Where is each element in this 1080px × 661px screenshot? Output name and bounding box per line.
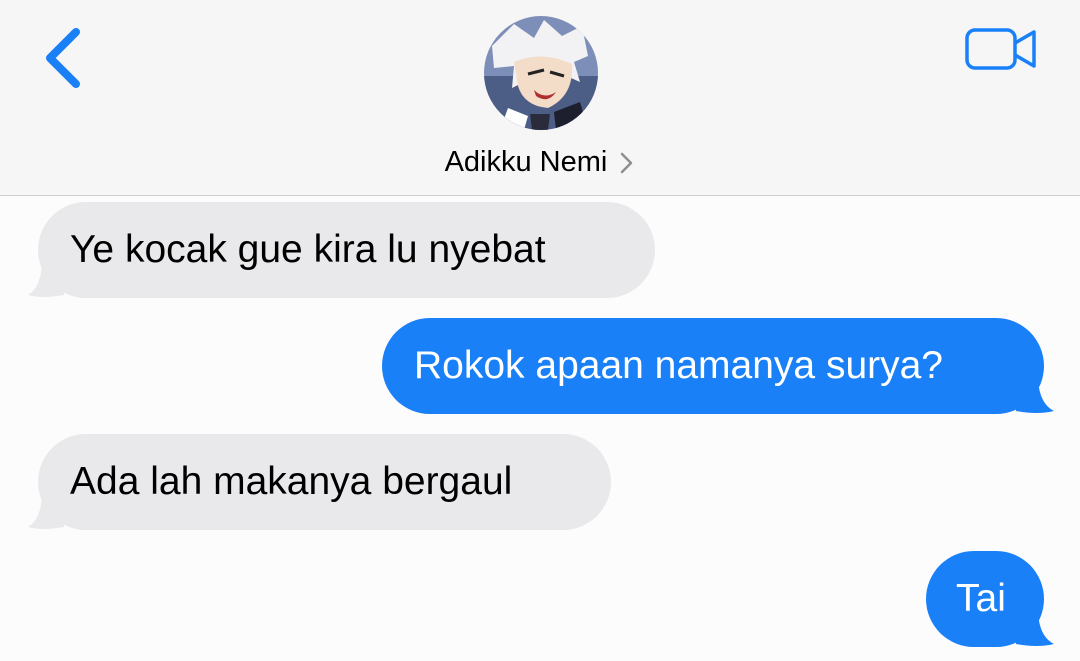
chevron-left-icon[interactable]	[38, 26, 88, 90]
message-list[interactable]: Ye kocak gue kira lu nyebat Rokok apaan …	[0, 197, 1080, 661]
avatar[interactable]	[484, 16, 598, 130]
avatar-image	[484, 16, 598, 130]
video-camera-icon[interactable]	[964, 26, 1038, 72]
outgoing-message[interactable]: Rokok apaan namanya surya?	[382, 318, 1044, 414]
conversation-header: Adikku Nemi	[0, 0, 1080, 196]
contact-name-row[interactable]: Adikku Nemi	[0, 146, 1080, 179]
incoming-message[interactable]: Ada lah makanya bergaul	[38, 434, 611, 530]
contact-name: Adikku Nemi	[444, 146, 608, 178]
incoming-message[interactable]: Ye kocak gue kira lu nyebat	[38, 202, 655, 298]
outgoing-message[interactable]: Tai	[926, 551, 1044, 647]
chevron-right-icon	[621, 153, 633, 174]
